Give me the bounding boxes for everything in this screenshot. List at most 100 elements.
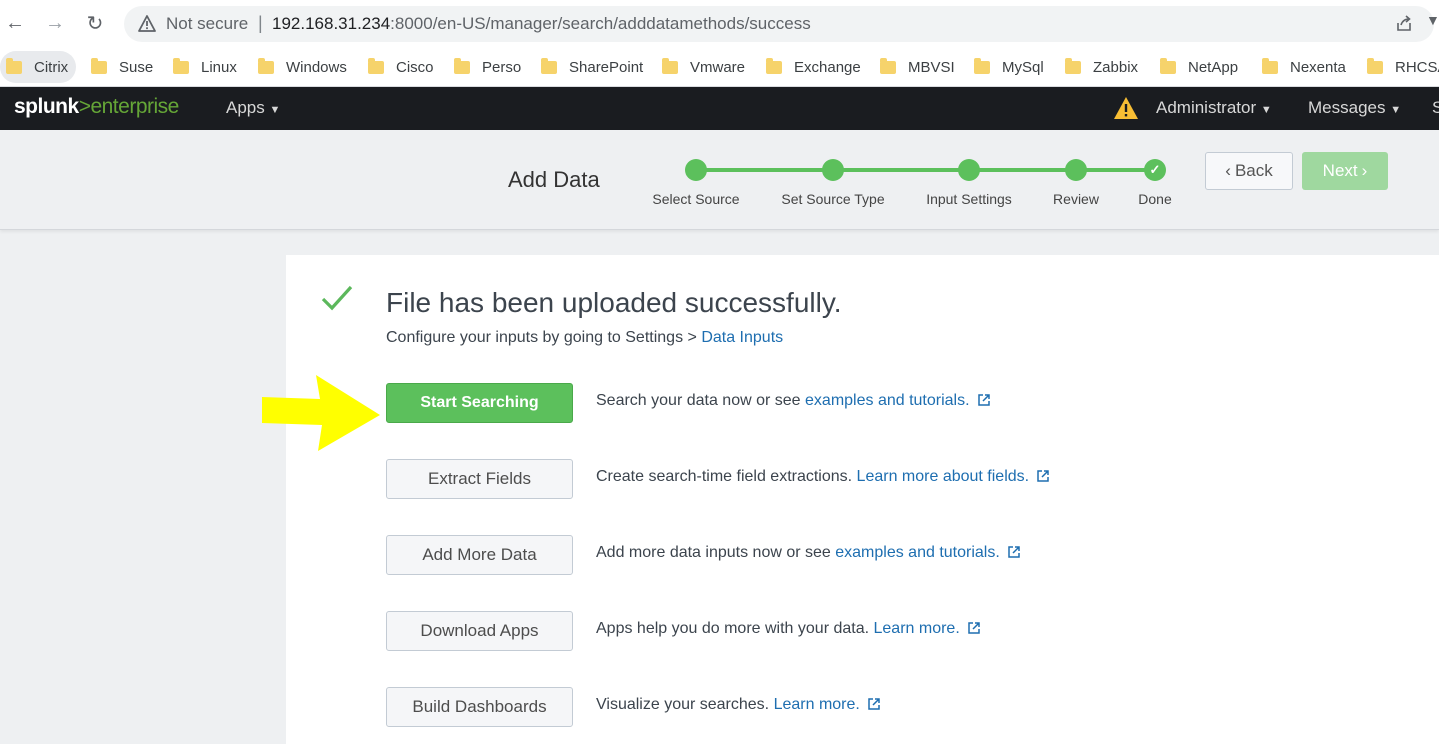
forward-arrow-icon[interactable]: → xyxy=(44,12,66,34)
data-inputs-link[interactable]: Data Inputs xyxy=(701,329,783,346)
caret-down-icon: ▼ xyxy=(269,104,281,116)
config-text: Configure your inputs by going to Settin… xyxy=(386,329,702,346)
description-text: Add more data inputs now or see xyxy=(596,544,836,561)
caret-down-icon: ▼ xyxy=(1390,104,1402,116)
share-icon[interactable] xyxy=(1394,14,1414,34)
folder-icon xyxy=(173,57,189,74)
action-description: Apps help you do more with your data. Le… xyxy=(596,620,980,638)
step-label-review: Review xyxy=(1053,191,1099,207)
action-row-start-searching: Start Searching Search your data now or … xyxy=(386,383,1386,423)
add-data-stepbar: Add Data ✓ Select Source Set Source Type… xyxy=(0,130,1439,230)
messages-menu[interactable]: Messages ▼ xyxy=(1308,98,1401,118)
learn-more-fields-link[interactable]: Learn more about fields. xyxy=(857,468,1030,485)
browser-toolbar: ← → ↻ Not secure | 192.168.31.234:8000/e… xyxy=(0,0,1439,47)
apps-menu[interactable]: Apps ▼ xyxy=(226,98,280,118)
caret-down-icon: ▼ xyxy=(1260,104,1272,116)
bookmark-netapp[interactable]: NetApp xyxy=(1154,51,1246,83)
settings-menu-cut[interactable]: S xyxy=(1432,98,1439,118)
bookmark-label: NetApp xyxy=(1188,58,1239,76)
next-label: Next xyxy=(1322,161,1358,180)
action-description: Search your data now or see examples and… xyxy=(596,392,990,410)
action-row-download-apps: Download Apps Apps help you do more with… xyxy=(386,611,1386,651)
next-button[interactable]: Next › xyxy=(1302,152,1388,190)
external-link-icon[interactable] xyxy=(1037,470,1049,482)
bookmark-label: Linux xyxy=(201,58,237,76)
bookmark-sharepoint[interactable]: SharePoint xyxy=(535,51,651,83)
chevron-left-icon: ‹ xyxy=(1225,161,1231,180)
examples-tutorials-link[interactable]: examples and tutorials. xyxy=(805,392,970,409)
folder-icon xyxy=(974,57,990,74)
logo-enterprise: enterprise xyxy=(90,95,179,118)
examples-tutorials-link[interactable]: examples and tutorials. xyxy=(835,544,1000,561)
administrator-label: Administrator xyxy=(1156,98,1257,117)
warning-icon[interactable] xyxy=(1113,96,1139,120)
splunk-logo[interactable]: splunk>enterprise xyxy=(14,95,179,119)
back-arrow-icon[interactable]: ← xyxy=(4,12,26,34)
bookmark-suse[interactable]: Suse xyxy=(85,51,161,83)
url-host: 192.168.31.234 xyxy=(272,14,391,33)
extract-fields-button[interactable]: Extract Fields xyxy=(386,459,573,499)
description-text: Visualize your searches. xyxy=(596,696,774,713)
start-searching-button[interactable]: Start Searching xyxy=(386,383,573,423)
description-text: Apps help you do more with your data. xyxy=(596,620,874,637)
bookmark-linux[interactable]: Linux xyxy=(167,51,245,83)
folder-icon xyxy=(1065,57,1081,74)
bookmarks-bar: Citrix Suse Linux Windows Cisco Perso Sh… xyxy=(0,47,1439,87)
step-label-input-settings: Input Settings xyxy=(926,191,1012,207)
folder-icon xyxy=(662,57,678,74)
step-dot-input-settings xyxy=(958,159,980,181)
url-text[interactable]: 192.168.31.234:8000/en-US/manager/search… xyxy=(272,14,811,34)
bookmark-nexenta[interactable]: Nexenta xyxy=(1256,51,1354,83)
back-label: Back xyxy=(1234,161,1273,180)
external-link-icon[interactable] xyxy=(977,394,990,406)
bookmark-label: Exchange xyxy=(794,58,861,76)
bookmark-perso[interactable]: Perso xyxy=(448,51,529,83)
download-apps-button[interactable]: Download Apps xyxy=(386,611,573,651)
external-link-icon[interactable] xyxy=(1008,546,1020,558)
folder-icon xyxy=(6,57,22,74)
success-panel: File has been uploaded successfully. Con… xyxy=(286,255,1439,744)
bookmark-exchange[interactable]: Exchange xyxy=(760,51,869,83)
logo-gt: > xyxy=(78,95,91,118)
not-secure-label[interactable]: Not secure xyxy=(166,14,248,34)
folder-icon xyxy=(1367,57,1383,74)
chevron-right-icon: › xyxy=(1361,161,1368,180)
folder-icon xyxy=(541,57,557,74)
build-dashboards-button[interactable]: Build Dashboards xyxy=(386,687,573,727)
bookmark-mysql[interactable]: MySql xyxy=(968,51,1052,83)
bookmark-mbvsi[interactable]: MBVSI xyxy=(874,51,963,83)
learn-more-link[interactable]: Learn more. xyxy=(774,696,860,713)
learn-more-link[interactable]: Learn more. xyxy=(874,620,960,637)
bookmark-windows[interactable]: Windows xyxy=(252,51,355,83)
reload-icon[interactable]: ↻ xyxy=(84,12,106,35)
bookmark-citrix[interactable]: Citrix xyxy=(0,51,77,83)
action-row-build-dashboards: Build Dashboards Visualize your searches… xyxy=(386,687,1386,727)
success-title: File has been uploaded successfully. xyxy=(386,287,842,318)
folder-icon xyxy=(368,57,384,74)
warning-icon[interactable] xyxy=(138,15,156,33)
add-more-data-button[interactable]: Add More Data xyxy=(386,535,573,575)
config-inputs-text: Configure your inputs by going to Settin… xyxy=(386,329,783,347)
action-description: Create search-time field extractions. Le… xyxy=(596,468,1049,486)
chevron-down-icon[interactable]: ▼ xyxy=(1426,12,1439,28)
folder-icon xyxy=(880,57,896,74)
external-link-icon[interactable] xyxy=(968,622,980,634)
administrator-menu[interactable]: Administrator ▼ xyxy=(1156,98,1272,118)
folder-icon xyxy=(1160,57,1176,74)
bookmark-zabbix[interactable]: Zabbix xyxy=(1059,51,1146,83)
back-button[interactable]: ‹ Back xyxy=(1205,152,1293,190)
bookmark-rhcsa[interactable]: RHCSA xyxy=(1361,51,1439,83)
bookmark-label: Windows xyxy=(286,58,347,76)
url-separator: | xyxy=(258,13,263,33)
bookmark-cisco[interactable]: Cisco xyxy=(362,51,442,83)
step-label-done: Done xyxy=(1138,191,1172,207)
bookmark-label: Perso xyxy=(482,58,522,76)
address-bar[interactable]: Not secure | 192.168.31.234:8000/en-US/m… xyxy=(124,6,1439,42)
external-link-icon[interactable] xyxy=(868,698,880,710)
description-text: Create search-time field extractions. xyxy=(596,468,857,485)
folder-icon xyxy=(258,57,274,74)
bookmark-label: SharePoint xyxy=(569,58,644,76)
bookmark-vmware[interactable]: Vmware xyxy=(656,51,753,83)
folder-icon xyxy=(766,57,782,74)
folder-icon xyxy=(1262,57,1278,74)
